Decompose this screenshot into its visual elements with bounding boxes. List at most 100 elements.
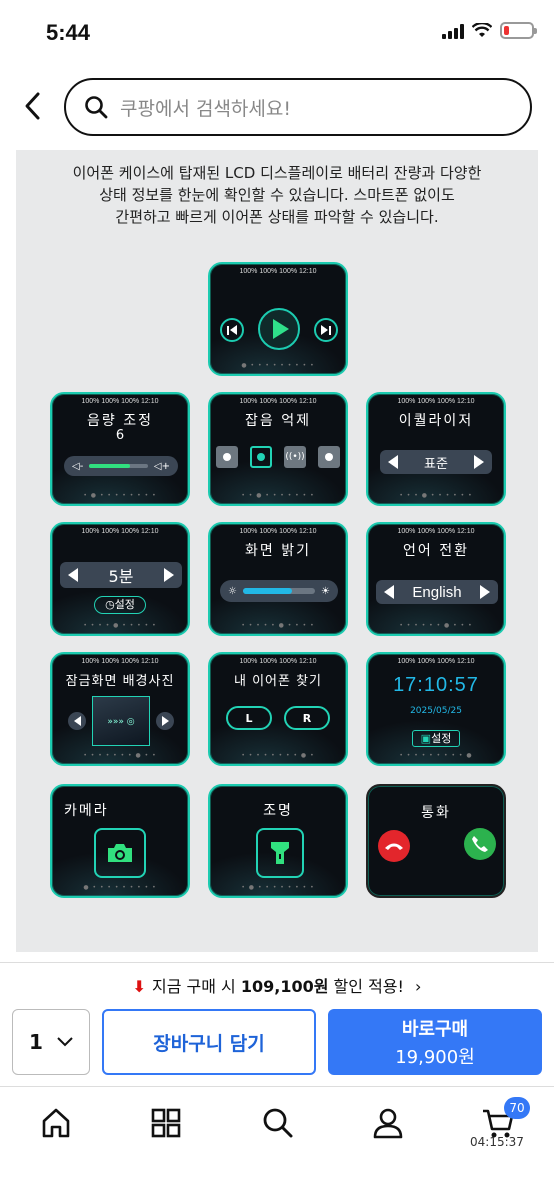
arrow-left-icon [384, 585, 394, 599]
description-line: 이어폰 케이스에 탑재된 LCD 디스플레이로 배터리 잔량과 다양한 [72, 164, 482, 182]
eq-selector: 표준 [380, 450, 492, 474]
product-detail-image: 이어폰 케이스에 탑재된 LCD 디스플레이로 배터리 잔량과 다양한 상태 정… [16, 150, 538, 952]
prev-track-icon [220, 318, 244, 342]
signal-icon [442, 23, 464, 39]
add-to-cart-button[interactable]: 장바구니 담기 [102, 1009, 316, 1075]
find-right-button: R [284, 706, 330, 730]
next-track-icon [314, 318, 338, 342]
calendar-icon: ▣ [420, 732, 432, 745]
person-icon [216, 446, 238, 468]
wind-icon [318, 446, 340, 468]
volume-slider: ◁- ◁+ [64, 456, 178, 476]
brightness-title: 화면 밝기 [245, 543, 311, 559]
noise-mode-icons: ((•)) [216, 446, 340, 468]
find-left-button: L [226, 706, 272, 730]
volume-down-icon: ◁- [72, 460, 84, 472]
arrow-left-icon [68, 712, 86, 730]
language-title: 언어 전환 [403, 543, 469, 559]
arrow-right-icon [164, 568, 174, 582]
discount-promo[interactable]: ⬇ 지금 구매 시 109,100원 할인 적용! › [0, 973, 554, 997]
status-time: 5:44 [46, 20, 91, 45]
clock-time: 17:10:57 [393, 674, 479, 696]
wallpaper-title: 잠금화면 배경사진 [65, 674, 175, 689]
back-arrow-icon[interactable] [18, 88, 48, 124]
decline-call-icon [378, 830, 410, 862]
search-icon [85, 96, 108, 119]
transparency-icon: ((•)) [284, 446, 306, 468]
arrow-right-icon [156, 712, 174, 730]
device-status-bar: 100% 100% 100% 12:10 [81, 658, 159, 665]
timer-value: 5분 [108, 567, 134, 586]
arrow-left-icon [388, 455, 398, 469]
screen-timer: 100% 100% 100% 12:10 5분 ◷설정 • • • • ● • … [50, 522, 190, 636]
description-line: 상태 정보를 한눈에 확인할 수 있습니다. 스마트폰 없이도 [99, 186, 455, 204]
wallpaper-preview: »»» ◎ [92, 696, 150, 746]
clock-icon: ◷ [105, 598, 115, 611]
screen-call: 통화 [366, 784, 506, 898]
device-status-bar: 100% 100% 100% 12:10 [239, 658, 317, 665]
screen-find-earbuds: 100% 100% 100% 12:10 내 이어폰 찾기 L R • • • … [208, 652, 348, 766]
device-status-bar: 100% 100% 100% 12:10 [239, 398, 317, 405]
language-selector: English [376, 580, 498, 604]
camera-title: 카메라 [64, 803, 109, 819]
buy-now-button[interactable]: 바로구매 19,900원 [328, 1009, 542, 1075]
chevron-right-icon: › [415, 977, 422, 996]
product-description: 이어폰 케이스에 탑재된 LCD 디스플레이로 배터리 잔량과 다양한 상태 정… [16, 162, 538, 228]
sun-low-icon: ☼ [228, 585, 237, 597]
device-status-bar: 100% 100% 100% 12:10 [397, 398, 475, 405]
device-status-bar: 100% 100% 100% 12:10 [397, 528, 475, 535]
description-line: 간편하고 빠르게 이어폰 상태를 파악할 수 있습니다. [115, 208, 439, 226]
screen-noise-cancel: 100% 100% 100% 12:10 잡음 억제 ((•)) • • ● •… [208, 392, 348, 506]
header: 쿠팡에서 검색하세요! [0, 74, 554, 140]
find-title: 내 이어폰 찾기 [233, 674, 323, 689]
device-status-bar: 100% 100% 100% 12:10 [81, 398, 159, 405]
status-bar: 5:44 [0, 0, 554, 64]
accept-call-icon [464, 828, 496, 860]
screen-light: 조명 • ● • • • • • • • • [208, 784, 348, 898]
brightness-slider: ☼ ☀ [220, 580, 338, 602]
screen-language: 100% 100% 100% 12:10 언어 전환 English • • •… [366, 522, 506, 636]
volume-title: 음량 조정 [87, 413, 153, 429]
language-value: English [412, 583, 462, 601]
chevron-down-icon [57, 1037, 73, 1047]
screen-wallpaper: 100% 100% 100% 12:10 잠금화면 배경사진 »»» ◎ • •… [50, 652, 190, 766]
clock-date: 2025/05/25 [410, 706, 462, 716]
tab-bar: 70 04:15:37 [0, 1086, 554, 1200]
screen-equalizer: 100% 100% 100% 12:10 이퀄라이저 표준 • • • ● • … [366, 392, 506, 506]
timer-selector: 5분 [60, 562, 182, 588]
search-bar[interactable]: 쿠팡에서 검색하세요! [64, 78, 532, 136]
wifi-icon [472, 23, 492, 37]
device-status-bar: 100% 100% 100% 12:10 [81, 528, 159, 535]
device-status-bar: 100% 100% 100% 12:10 [239, 528, 317, 535]
anc-icon [250, 446, 272, 468]
flashlight-icon [256, 828, 304, 878]
volume-value: 6 [115, 428, 125, 443]
status-icons [442, 22, 537, 39]
my-page-icon[interactable] [370, 1105, 406, 1141]
eq-title: 이퀄라이저 [398, 413, 474, 429]
sun-high-icon: ☀ [321, 585, 330, 597]
clock-set-button: ▣설정 [412, 730, 460, 747]
light-title: 조명 [263, 803, 293, 819]
search-input[interactable]: 쿠팡에서 검색하세요! [120, 94, 291, 121]
play-icon [258, 308, 300, 350]
cart-count-badge: 70 [504, 1097, 530, 1119]
device-status-bar: 100% 100% 100% 12:10 [239, 268, 317, 275]
screen-clock: 100% 100% 100% 12:10 17:10:57 2025/05/25… [366, 652, 506, 766]
down-arrow-icon: ⬇ [132, 977, 146, 996]
volume-up-icon: ◁+ [153, 460, 170, 472]
screen-music-player: 100% 100% 100% 12:10 ● • • • • • • • • • [208, 262, 348, 376]
arrow-right-icon [479, 585, 490, 599]
battery-icon [500, 22, 537, 39]
discount-amount: 109,100원 [240, 977, 329, 996]
noise-title: 잡음 억제 [245, 413, 311, 429]
search-tab-icon[interactable] [260, 1105, 296, 1141]
buy-now-price: 19,900원 [395, 1047, 475, 1068]
quantity-select[interactable]: 1 [12, 1009, 90, 1075]
home-icon[interactable] [38, 1105, 74, 1141]
arrow-right-icon [473, 455, 484, 469]
call-title: 통화 [421, 805, 451, 821]
device-status-bar: 100% 100% 100% 12:10 [397, 658, 475, 665]
category-icon[interactable] [148, 1105, 184, 1141]
arrow-left-icon [68, 568, 78, 582]
